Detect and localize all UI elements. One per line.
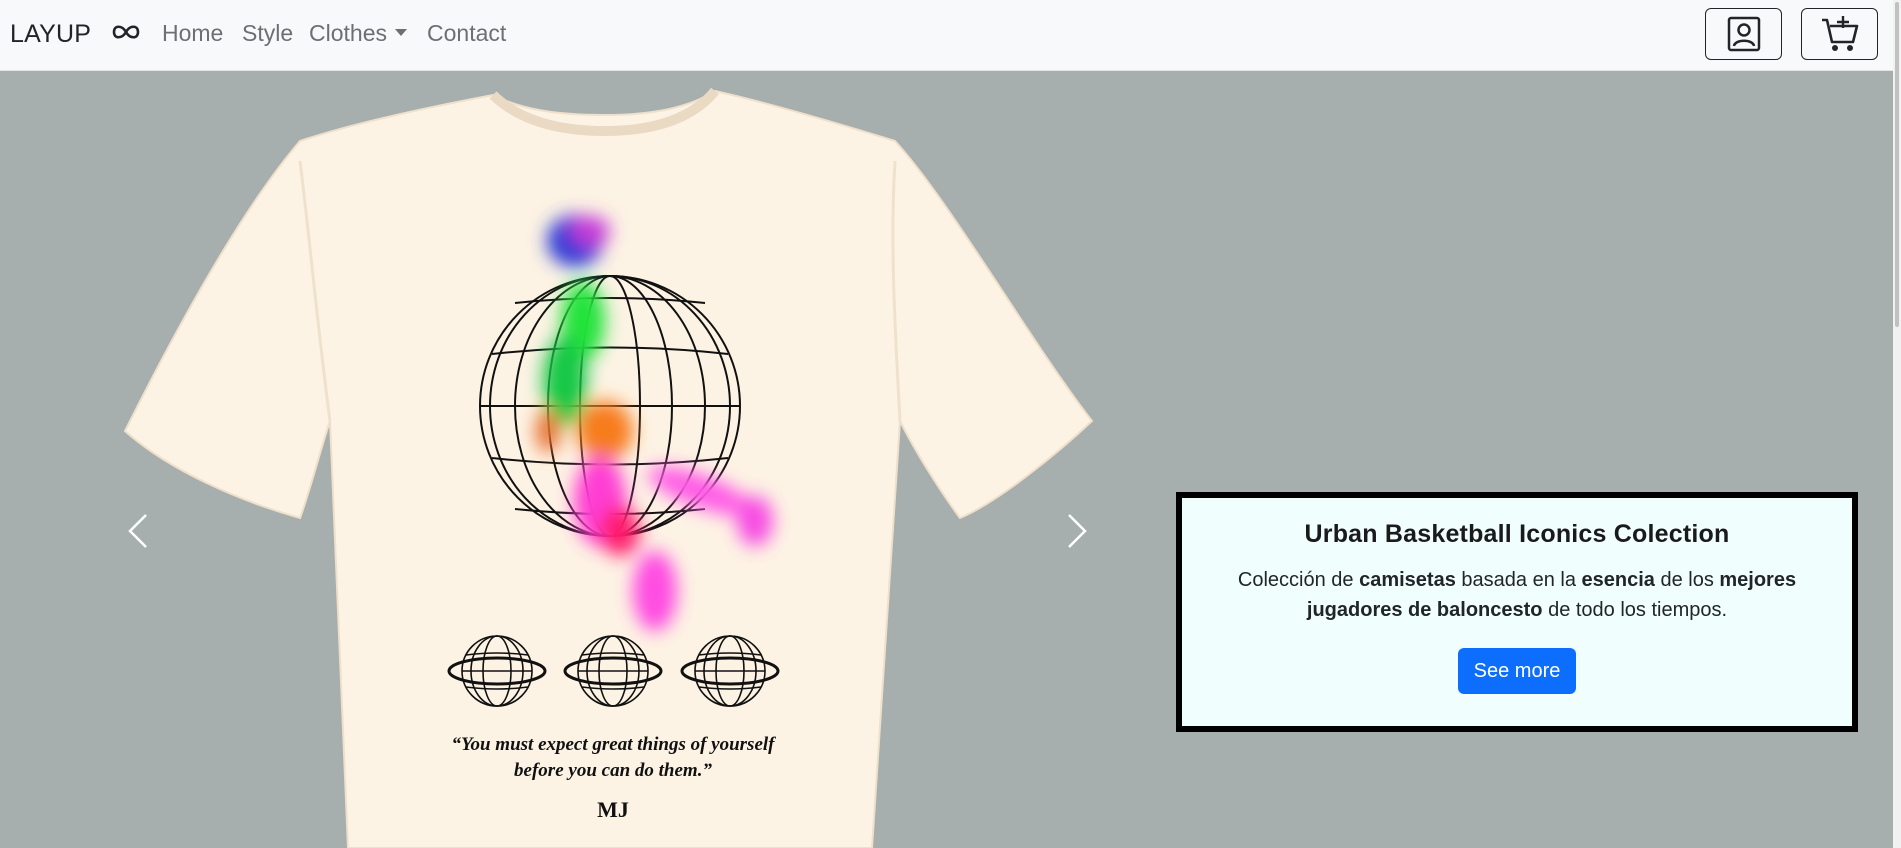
user-profile-icon <box>1727 16 1760 52</box>
caret-down-icon <box>394 29 407 36</box>
nav-clothes-label: Clothes <box>309 20 387 46</box>
nav-style[interactable]: Style <box>242 20 293 47</box>
caption-title: Urban Basketball Iconics Colection <box>1304 520 1730 548</box>
carousel-prev-button[interactable] <box>118 501 158 561</box>
shirt-quote-line1: “You must expect great things of yoursel… <box>451 734 776 755</box>
hero-carousel: “You must expect great things of yoursel… <box>0 71 1893 848</box>
caption-text-part: de todo los tiempos. <box>1542 599 1728 621</box>
nav-contact[interactable]: Contact <box>427 20 506 47</box>
cart-add-icon <box>1821 16 1858 51</box>
infinity-icon[interactable] <box>110 22 142 42</box>
caption-text-part: de los <box>1654 569 1720 591</box>
caption-bold-part: esencia <box>1581 569 1655 591</box>
tshirt-image: “You must expect great things of yoursel… <box>123 87 1094 848</box>
nav-home[interactable]: Home <box>162 20 223 47</box>
see-more-button[interactable]: See more <box>1457 648 1577 694</box>
user-profile-button[interactable] <box>1705 8 1782 60</box>
scrollbar-thumb[interactable] <box>1895 2 1899 327</box>
carousel-next-button[interactable] <box>1057 501 1097 561</box>
caption-description: Colección de camisetas basada en la esen… <box>1227 565 1807 625</box>
caption-bold-part: camisetas <box>1359 569 1456 591</box>
caption-text-part: basada en la <box>1455 569 1582 591</box>
nav-clothes-dropdown[interactable]: Clothes <box>309 20 407 47</box>
cart-button[interactable] <box>1801 8 1878 60</box>
navbar: LAYUP Home Style Clothes Contact <box>0 0 1901 71</box>
shirt-quote-line2: before you can do them.” <box>514 760 712 781</box>
chevron-right-icon <box>1068 514 1087 548</box>
caption-text-part: Colección de <box>1237 569 1360 591</box>
carousel-caption: Urban Basketball Iconics Colection Colec… <box>1176 492 1858 732</box>
shirt-signature: MJ <box>597 797 629 822</box>
brand-logo[interactable]: LAYUP <box>10 20 91 49</box>
chevron-left-icon <box>128 514 147 548</box>
